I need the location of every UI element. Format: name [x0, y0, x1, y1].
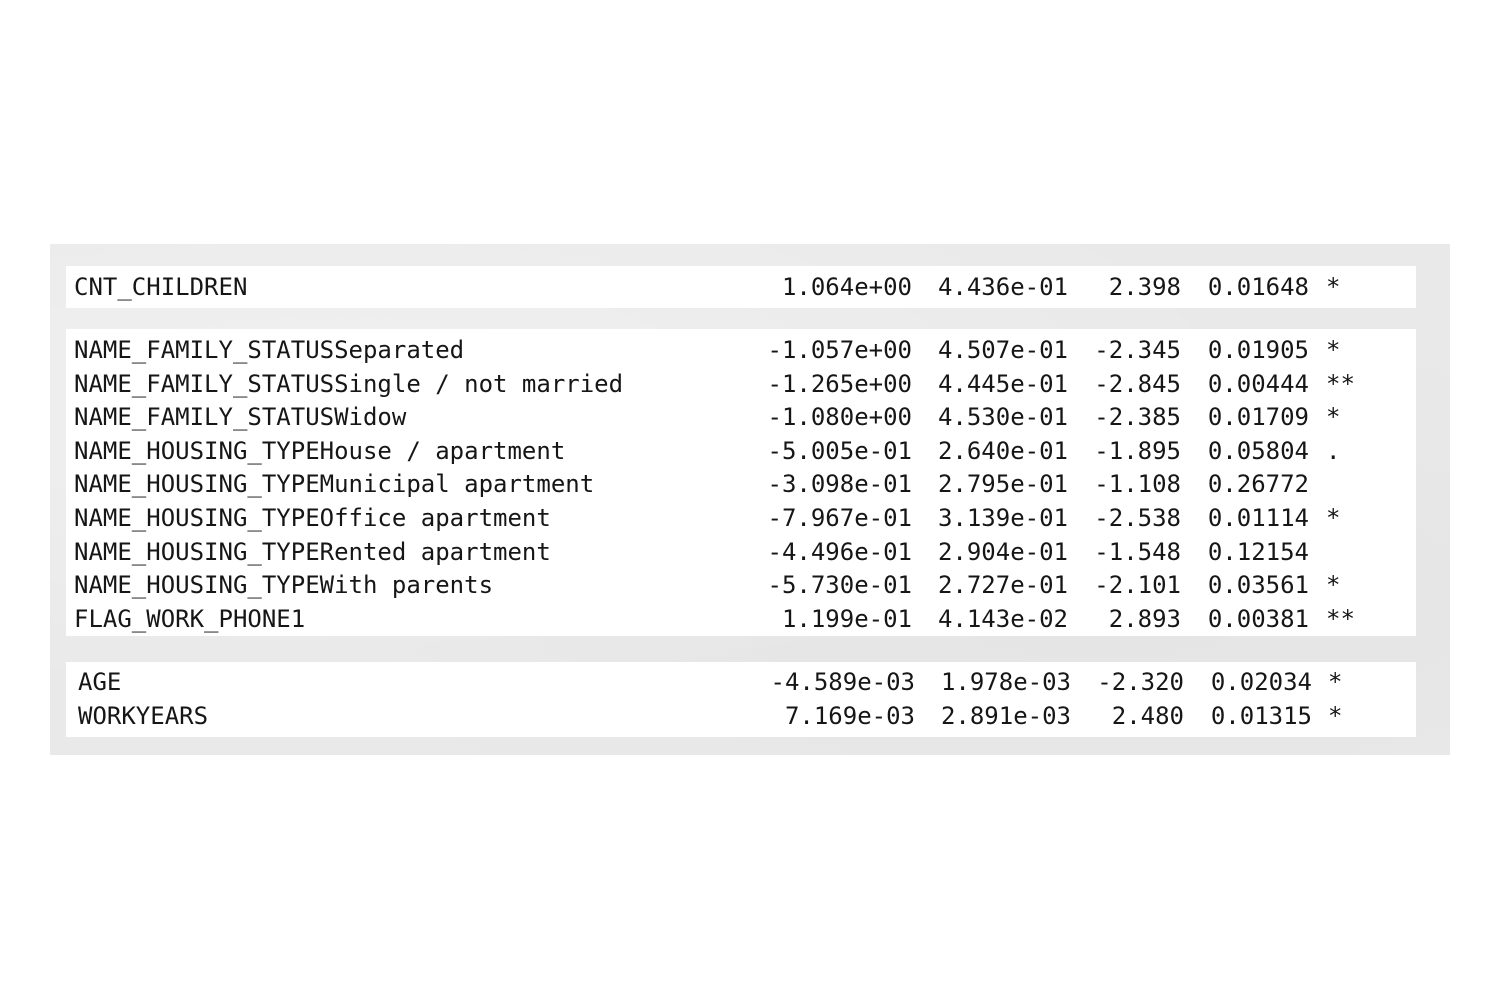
significance-code: **	[1326, 604, 1355, 633]
z-value: -1.895	[1094, 436, 1181, 465]
z-value: 2.893	[1108, 604, 1181, 633]
z-value: -2.320	[1097, 668, 1184, 696]
z-value: 2.398	[1108, 273, 1181, 301]
coefficient-row: NAME_FAMILY_STATUSSingle / not married -…	[66, 368, 1416, 402]
significance-code: *	[1326, 403, 1341, 432]
std-error-value: 2.727e-01	[937, 571, 1068, 600]
p-value: 0.01114	[1207, 504, 1309, 532]
p-value: 0.02034	[1210, 668, 1312, 696]
coefficient-group-2: NAME_FAMILY_STATUSSeparated -1.057e+00 4…	[66, 329, 1416, 636]
std-error-value: 4.143e-02	[937, 604, 1068, 633]
coefficient-row: CNT_CHILDREN 1.064e+00 4.436e-01 2.398 0…	[66, 271, 1416, 305]
coefficient-row: WORKYEARS 7.169e-03 2.891e-03 2.480 0.01…	[66, 700, 1416, 734]
std-error-value: 1.978e-03	[940, 668, 1071, 696]
estimate-value: 7.169e-03	[784, 701, 915, 730]
estimate-value: -3.098e-01	[767, 470, 913, 499]
significance-code: .	[1326, 436, 1341, 465]
coefficient-row: NAME_FAMILY_STATUSSeparated -1.057e+00 4…	[66, 334, 1416, 368]
p-value: 0.01315	[1210, 701, 1312, 730]
coefficient-row: NAME_HOUSING_TYPERented apartment -4.496…	[66, 536, 1416, 570]
std-error-value: 4.445e-01	[937, 369, 1068, 398]
z-value: -1.108	[1094, 470, 1181, 499]
std-error-value: 2.891e-03	[940, 701, 1071, 730]
term-name: NAME_HOUSING_TYPERented apartment	[74, 537, 551, 566]
z-value: -2.345	[1094, 336, 1181, 364]
z-value: -2.385	[1094, 403, 1181, 432]
coefficient-row: NAME_HOUSING_TYPEMunicipal apartment -3.…	[66, 468, 1416, 502]
significance-code: *	[1326, 571, 1341, 600]
significance-code: *	[1328, 668, 1343, 696]
std-error-value: 2.640e-01	[937, 436, 1068, 465]
term-name: CNT_CHILDREN	[74, 273, 248, 301]
std-error-value: 2.795e-01	[937, 470, 1068, 499]
estimate-value: 1.064e+00	[781, 273, 912, 301]
z-value: -2.538	[1094, 504, 1181, 532]
estimate-value: -7.967e-01	[767, 504, 913, 532]
estimate-value: -1.057e+00	[767, 336, 913, 364]
significance-code: *	[1326, 273, 1341, 301]
significance-code: **	[1326, 369, 1355, 398]
coefficient-row: NAME_HOUSING_TYPEHouse / apartment -5.00…	[66, 435, 1416, 469]
coefficient-group-3: AGE -4.589e-03 1.978e-03 -2.320 0.02034 …	[66, 662, 1416, 737]
term-name: NAME_FAMILY_STATUSSingle / not married	[74, 369, 624, 398]
coefficient-row: FLAG_WORK_PHONE1 1.199e-01 4.143e-02 2.8…	[66, 603, 1416, 637]
std-error-value: 4.530e-01	[937, 403, 1068, 432]
estimate-value: -5.730e-01	[767, 571, 913, 600]
p-value: 0.01648	[1207, 273, 1309, 301]
significance-code: *	[1326, 336, 1341, 364]
estimate-value: -5.005e-01	[767, 436, 913, 465]
std-error-value: 4.507e-01	[937, 336, 1068, 364]
term-name: NAME_FAMILY_STATUSSeparated	[74, 336, 465, 364]
z-value: 2.480	[1111, 701, 1184, 730]
p-value: 0.00381	[1207, 604, 1309, 633]
term-name: AGE	[78, 668, 122, 696]
coefficient-row: AGE -4.589e-03 1.978e-03 -2.320 0.02034 …	[66, 666, 1416, 700]
coefficient-row: NAME_HOUSING_TYPEWith parents -5.730e-01…	[66, 569, 1416, 603]
estimate-value: 1.199e-01	[781, 604, 912, 633]
estimate-value: -4.589e-03	[770, 668, 916, 696]
coefficient-group-1: CNT_CHILDREN 1.064e+00 4.436e-01 2.398 0…	[66, 266, 1416, 308]
z-value: -1.548	[1094, 537, 1181, 566]
significance-code: *	[1328, 701, 1343, 730]
p-value: 0.05804	[1207, 436, 1309, 465]
term-name: NAME_HOUSING_TYPEMunicipal apartment	[74, 470, 595, 499]
term-name: NAME_FAMILY_STATUSWidow	[74, 403, 407, 432]
significance-code: *	[1326, 504, 1341, 532]
estimate-value: -1.265e+00	[767, 369, 913, 398]
z-value: -2.845	[1094, 369, 1181, 398]
coefficient-row: NAME_HOUSING_TYPEOffice apartment -7.967…	[66, 502, 1416, 536]
p-value: 0.26772	[1207, 470, 1309, 499]
p-value: 0.01905	[1207, 336, 1309, 364]
term-name: FLAG_WORK_PHONE1	[74, 604, 306, 633]
p-value: 0.01709	[1207, 403, 1309, 432]
term-name: NAME_HOUSING_TYPEHouse / apartment	[74, 436, 566, 465]
term-name: NAME_HOUSING_TYPEWith parents	[74, 571, 494, 600]
std-error-value: 3.139e-01	[937, 504, 1068, 532]
term-name: WORKYEARS	[78, 701, 209, 730]
coefficient-row: NAME_FAMILY_STATUSWidow -1.080e+00 4.530…	[66, 401, 1416, 435]
estimate-value: -1.080e+00	[767, 403, 913, 432]
p-value: 0.12154	[1207, 537, 1309, 566]
p-value: 0.00444	[1207, 369, 1309, 398]
estimate-value: -4.496e-01	[767, 537, 913, 566]
term-name: NAME_HOUSING_TYPEOffice apartment	[74, 504, 551, 532]
z-value: -2.101	[1094, 571, 1181, 600]
std-error-value: 4.436e-01	[937, 273, 1068, 301]
std-error-value: 2.904e-01	[937, 537, 1068, 566]
p-value: 0.03561	[1207, 571, 1309, 600]
